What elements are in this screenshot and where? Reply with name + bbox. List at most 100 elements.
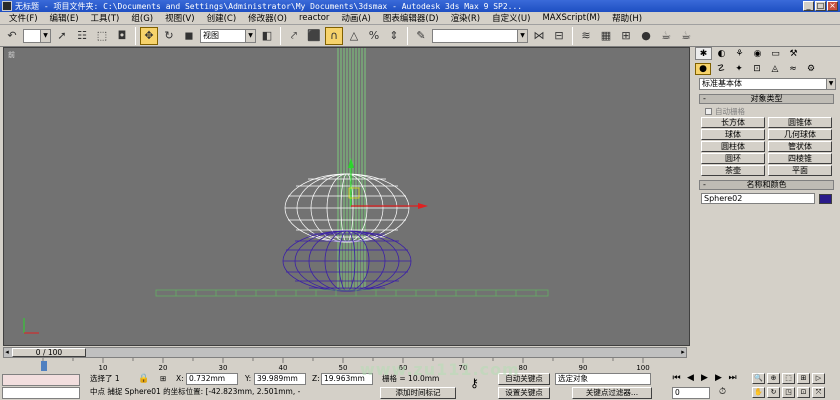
key-mode-dropdown[interactable]: 选定对象 — [555, 373, 651, 385]
go-to-end-icon[interactable]: ⏭ — [726, 373, 739, 384]
menu-edit[interactable]: 编辑(E) — [44, 12, 85, 24]
pan-view-icon[interactable]: ✋ — [752, 387, 765, 398]
previous-frame-icon[interactable]: ◀ — [684, 373, 697, 384]
curve-editor-icon[interactable]: ▦ — [597, 27, 615, 45]
geometry-icon[interactable]: ● — [695, 63, 711, 75]
utilities-tab-icon[interactable]: ⚒ — [785, 47, 802, 60]
menu-reactor[interactable]: reactor — [293, 13, 335, 23]
track-bar[interactable]: 0102030405060708090100 — [3, 358, 687, 372]
time-slider[interactable]: ◂ 0 / 100 ▸ — [3, 347, 687, 358]
menu-group[interactable]: 组(G) — [125, 12, 159, 24]
menu-graph-editors[interactable]: 图表编辑器(D) — [377, 12, 445, 24]
geosphere-button[interactable]: 几何球体 — [768, 129, 832, 140]
menu-file[interactable]: 文件(F) — [3, 12, 44, 24]
x-coordinate-input[interactable]: 0.732mm — [186, 373, 238, 385]
app-icon[interactable] — [2, 1, 12, 11]
select-move-icon[interactable]: ✥ — [140, 26, 158, 45]
time-config-icon[interactable]: ⏱ — [716, 387, 729, 398]
zoom-all-icon[interactable]: ⊕ — [767, 373, 780, 384]
hierarchy-tab-icon[interactable]: ⚘ — [731, 47, 748, 60]
menu-help[interactable]: 帮助(H) — [606, 12, 648, 24]
systems-icon[interactable]: ⚙ — [803, 63, 819, 75]
slider-left-arrow-icon[interactable]: ◂ — [3, 348, 11, 357]
space-warps-icon[interactable]: ≈ — [785, 63, 801, 75]
quick-render-icon[interactable]: ☕ — [677, 27, 695, 45]
schematic-view-icon[interactable]: ⊞ — [617, 27, 635, 45]
cylinder-button[interactable]: 圆柱体 — [701, 141, 765, 152]
maxscript-listener[interactable] — [2, 374, 80, 386]
edit-named-selection-icon[interactable]: ✎ — [412, 27, 430, 45]
maximize-button[interactable]: □ — [815, 1, 826, 11]
minimize-button[interactable]: _ — [803, 1, 814, 11]
add-time-tag-button[interactable]: 添加时间标记 — [380, 387, 456, 399]
named-selection-dropdown[interactable]: ▼ — [432, 28, 528, 43]
play-icon[interactable]: ▶ — [698, 373, 711, 384]
spinner-snap-icon[interactable]: ⇕ — [385, 27, 403, 45]
menu-views[interactable]: 视图(V) — [159, 12, 200, 24]
arc-rotate-icon[interactable]: ↻ — [767, 387, 780, 398]
object-type-rollout[interactable]: - 对象类型 — [699, 94, 834, 104]
keyboard-shortcut-icon[interactable]: ⬛ — [305, 27, 323, 45]
maximize-viewport-icon[interactable]: ⊡ — [797, 387, 810, 398]
region-zoom-icon[interactable]: ◳ — [782, 387, 795, 398]
render-scene-icon[interactable]: ☕ — [657, 27, 675, 45]
cameras-icon[interactable]: ⊡ — [749, 63, 765, 75]
create-tab-icon[interactable]: ✱ — [695, 47, 712, 60]
material-editor-icon[interactable]: ● — [637, 27, 655, 45]
walk-through-icon[interactable]: ⤧ — [812, 387, 825, 398]
align-icon[interactable]: ⊟ — [550, 27, 568, 45]
front-viewport[interactable]: 前 — [3, 47, 690, 346]
menu-create[interactable]: 创建(C) — [201, 12, 243, 24]
select-by-name-icon[interactable]: ☷ — [73, 27, 91, 45]
close-button[interactable]: × — [827, 1, 838, 11]
field-of-view-icon[interactable]: ▷ — [812, 373, 825, 384]
time-slider-thumb[interactable]: 0 / 100 — [12, 348, 86, 357]
undo-icon[interactable]: ↶ — [3, 27, 21, 45]
mirror-icon[interactable]: ⋈ — [530, 27, 548, 45]
object-name-input[interactable]: Sphere02 — [701, 193, 815, 204]
next-frame-icon[interactable]: ▶ — [712, 373, 725, 384]
selection-filter-dropdown[interactable]: ▼ — [23, 28, 51, 43]
menu-customize[interactable]: 自定义(U) — [486, 12, 536, 24]
menu-maxscript[interactable]: MAXScript(M) — [536, 13, 606, 23]
zoom-extents-icon[interactable]: ⬚ — [782, 373, 795, 384]
select-rotate-icon[interactable]: ↻ — [160, 27, 178, 45]
maxscript-mini-listener[interactable] — [2, 387, 80, 399]
lock-icon[interactable]: 🔒 — [138, 373, 149, 385]
helpers-icon[interactable]: ◬ — [767, 63, 783, 75]
percent-snap-icon[interactable]: % — [365, 27, 383, 45]
name-and-color-rollout[interactable]: - 名称和颜色 — [699, 180, 834, 190]
plane-button[interactable]: 平面 — [768, 165, 832, 176]
y-coordinate-input[interactable]: 39.989mm — [254, 373, 306, 385]
zoom-icon[interactable]: 🔍 — [752, 373, 765, 384]
angle-snap-icon[interactable]: △ — [345, 27, 363, 45]
object-color-swatch[interactable] — [819, 193, 832, 204]
category-dropdown[interactable]: 标准基本体 ▼ — [699, 78, 836, 90]
select-scale-icon[interactable]: ◼ — [180, 27, 198, 45]
box-button[interactable]: 长方体 — [701, 117, 765, 128]
cone-button[interactable]: 圆锥体 — [768, 117, 832, 128]
pyramid-button[interactable]: 四棱锥 — [768, 153, 832, 164]
sphere-button[interactable]: 球体 — [701, 129, 765, 140]
absolute-mode-icon[interactable]: ⊞ — [160, 373, 166, 385]
teapot-button[interactable]: 茶壶 — [701, 165, 765, 176]
go-to-start-icon[interactable]: ⏮ — [670, 373, 683, 384]
window-crossing-icon[interactable]: ◘ — [113, 27, 131, 45]
layer-manager-icon[interactable]: ≋ — [577, 27, 595, 45]
select-object-icon[interactable]: ➚ — [53, 27, 71, 45]
autogrid-checkbox[interactable]: 自动栅格 — [705, 106, 834, 116]
menu-tools[interactable]: 工具(T) — [85, 12, 126, 24]
menu-modifiers[interactable]: 修改器(O) — [242, 12, 293, 24]
slider-right-arrow-icon[interactable]: ▸ — [679, 348, 687, 357]
motion-tab-icon[interactable]: ◉ — [749, 47, 766, 60]
snap-toggle-icon[interactable]: ∩ — [325, 26, 343, 45]
set-key-button[interactable]: 设置关键点 — [498, 387, 550, 399]
menu-animation[interactable]: 动画(A) — [335, 12, 376, 24]
select-manipulate-icon[interactable]: ⤤ — [285, 27, 303, 45]
lights-icon[interactable]: ✦ — [731, 63, 747, 75]
rectangular-selection-icon[interactable]: ⬚ — [93, 27, 111, 45]
tube-button[interactable]: 管状体 — [768, 141, 832, 152]
torus-button[interactable]: 圆环 — [701, 153, 765, 164]
current-frame-input[interactable]: 0 — [672, 387, 710, 399]
pivot-center-icon[interactable]: ◧ — [258, 27, 276, 45]
